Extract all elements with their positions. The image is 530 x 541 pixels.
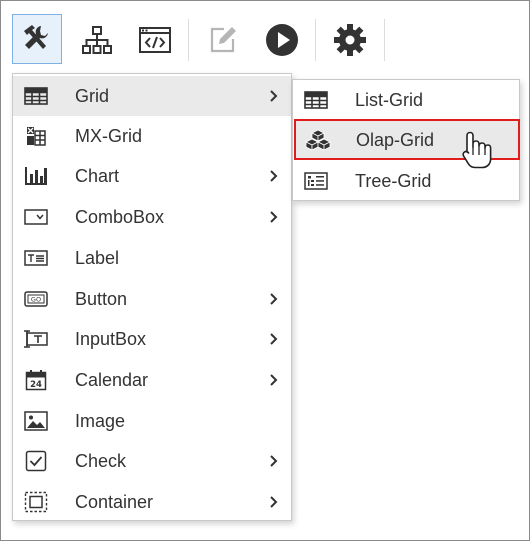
menu-item-combobox[interactable]: ComboBox xyxy=(13,197,291,237)
chevron-right-icon xyxy=(270,496,278,508)
mx-grid-icon xyxy=(23,125,49,147)
container-icon xyxy=(23,491,49,513)
hierarchy-button[interactable] xyxy=(72,15,122,65)
menu-item-mx-grid[interactable]: MX-Grid xyxy=(13,116,291,156)
svg-text:GO: GO xyxy=(31,296,41,304)
menu-item-label: Container xyxy=(75,492,154,512)
menu-item-container[interactable]: Container xyxy=(13,482,291,522)
gear-icon xyxy=(334,24,366,56)
toolbar-separator xyxy=(315,19,316,61)
menu-item-image[interactable]: Image xyxy=(13,401,291,441)
calendar-icon: 24 xyxy=(23,369,49,391)
hierarchy-icon xyxy=(82,26,112,54)
menu-item-label: Chart xyxy=(75,166,120,186)
image-icon xyxy=(23,410,49,432)
bar-chart-icon xyxy=(23,165,49,187)
olap-cubes-icon xyxy=(305,129,331,151)
list-grid-icon xyxy=(303,89,329,111)
toolbar-separator xyxy=(384,19,385,61)
chevron-right-icon xyxy=(270,455,278,467)
chevron-right-icon xyxy=(270,293,278,305)
inputbox-icon xyxy=(23,328,49,350)
menu-item-label: MX-Grid xyxy=(75,126,142,146)
chevron-right-icon xyxy=(270,333,278,345)
chevron-right-icon xyxy=(270,374,278,386)
chevron-right-icon xyxy=(270,211,278,223)
menu-item-label: Check xyxy=(75,451,127,471)
edit-button[interactable] xyxy=(198,15,248,65)
menu-item-calendar[interactable]: 24 Calendar xyxy=(13,360,291,400)
menu-item-label: Calendar xyxy=(75,370,149,390)
grid-icon xyxy=(23,85,49,107)
hand-pointer-cursor-icon xyxy=(462,131,492,169)
run-button[interactable] xyxy=(257,15,307,65)
menu-item-label: Label xyxy=(75,248,120,268)
menu-item-inputbox[interactable]: InputBox xyxy=(13,319,291,359)
svg-text:24: 24 xyxy=(30,380,42,390)
tree-grid-icon xyxy=(303,170,329,192)
edit-icon xyxy=(210,27,236,53)
menu-item-button[interactable]: GO Button xyxy=(13,279,291,319)
combobox-icon xyxy=(23,206,49,228)
code-button[interactable] xyxy=(130,15,180,65)
menu-item-label: ComboBox xyxy=(75,207,165,227)
play-icon xyxy=(266,24,298,56)
menu-item-label: Grid xyxy=(75,86,110,106)
submenu-item-label: Tree-Grid xyxy=(355,171,432,191)
checkbox-icon xyxy=(23,450,49,472)
menu-item-label: Image xyxy=(75,411,126,431)
button-icon: GO xyxy=(23,288,49,310)
tools-icon xyxy=(24,25,48,49)
label-icon xyxy=(23,247,49,269)
menu-item-label[interactable]: Label xyxy=(13,238,291,278)
menu-item-chart[interactable]: Chart xyxy=(13,156,291,196)
toolbar xyxy=(1,1,529,67)
toolbar-separator xyxy=(188,19,189,61)
submenu-item-label: Olap-Grid xyxy=(356,130,435,150)
window-frame: Grid MX-Grid Chart ComboBox Label GO But… xyxy=(0,0,530,541)
submenu-item-label: List-Grid xyxy=(355,90,424,110)
menu-item-label: Button xyxy=(75,289,128,309)
chevron-right-icon xyxy=(270,90,278,102)
menu-item-label: InputBox xyxy=(75,329,147,349)
menu-item-check[interactable]: Check xyxy=(13,441,291,481)
menu-item-grid[interactable]: Grid xyxy=(13,76,291,116)
component-menu: Grid MX-Grid Chart ComboBox Label GO But… xyxy=(12,73,292,521)
settings-button[interactable] xyxy=(325,15,375,65)
design-tools-button[interactable] xyxy=(12,14,62,64)
chevron-right-icon xyxy=(270,170,278,182)
code-window-icon xyxy=(139,27,171,53)
submenu-item-list-grid[interactable]: List-Grid xyxy=(293,80,519,120)
